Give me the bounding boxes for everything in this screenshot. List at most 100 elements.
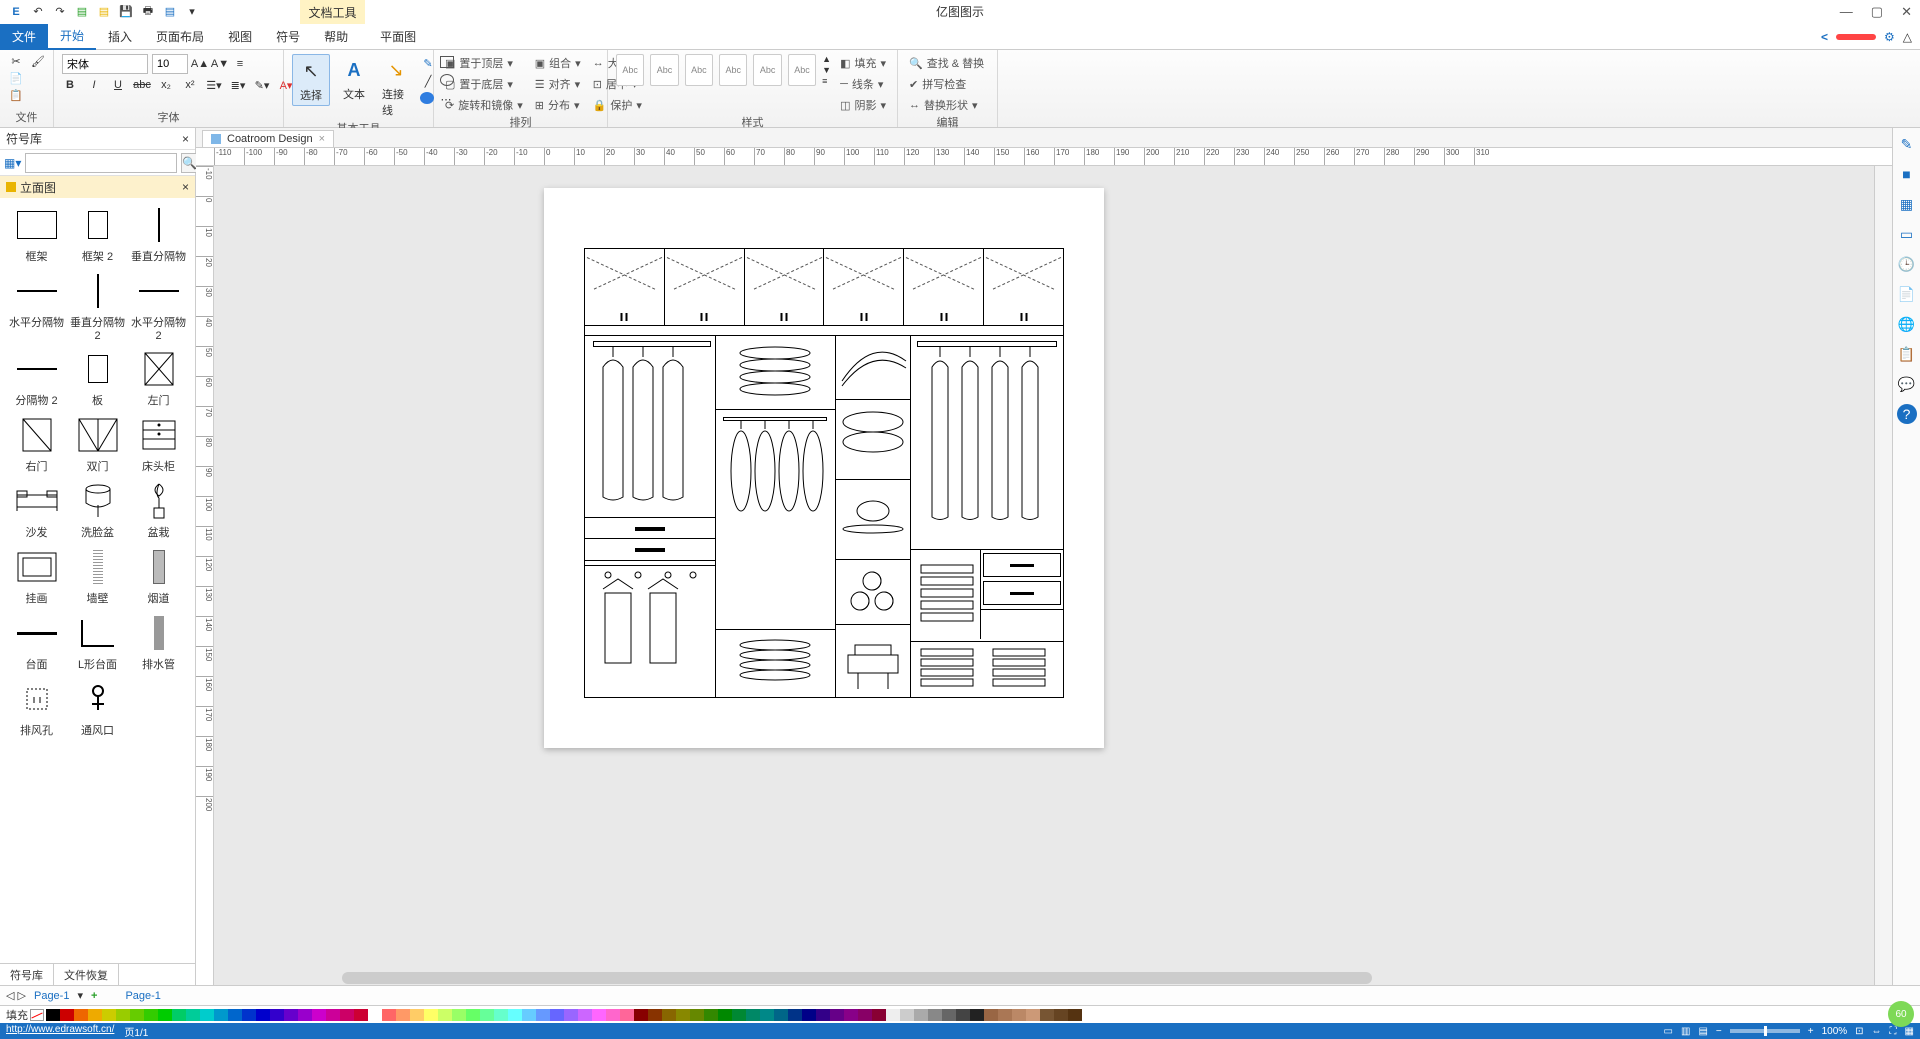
doc-tab-coatroom[interactable]: Coatroom Design × <box>202 130 334 147</box>
shape-item[interactable]: 水平分隔物2 <box>130 272 187 342</box>
color-swatch[interactable] <box>312 1009 326 1021</box>
select-tool[interactable]: ↖选择 <box>292 54 330 106</box>
color-swatch[interactable] <box>690 1009 704 1021</box>
color-swatch[interactable] <box>830 1009 844 1021</box>
rail-item-2[interactable]: ▦ <box>1897 194 1917 214</box>
bullets-icon[interactable]: ☰▾ <box>206 78 222 92</box>
find-replace-button[interactable]: 🔍查找 & 替换 <box>906 54 987 72</box>
style-5[interactable]: Abc <box>753 54 781 86</box>
color-swatch[interactable] <box>760 1009 774 1021</box>
color-swatch[interactable] <box>1054 1009 1068 1021</box>
shape-item[interactable]: 床头柜 <box>130 416 187 474</box>
connector-tool[interactable]: ↘连接线 <box>378 54 414 120</box>
font-size-select[interactable] <box>152 54 188 74</box>
search-input[interactable] <box>25 153 177 173</box>
footer-tab-recovery[interactable]: 文件恢复 <box>54 964 119 985</box>
send-back-button[interactable]: ▢置于底层▾ <box>442 75 526 93</box>
wardrobe-drawing[interactable] <box>584 248 1064 698</box>
color-swatch[interactable] <box>774 1009 788 1021</box>
fill-button[interactable]: ◧填充▾ <box>837 54 889 72</box>
scrollbar-horizontal[interactable] <box>232 971 1856 985</box>
rail-item-5[interactable]: 📄 <box>1897 284 1917 304</box>
color-swatch[interactable] <box>326 1009 340 1021</box>
format-painter-icon[interactable]: 🖌 <box>30 54 46 68</box>
color-swatch[interactable] <box>914 1009 928 1021</box>
color-swatch[interactable] <box>900 1009 914 1021</box>
footer-tab-library[interactable]: 符号库 <box>0 964 54 985</box>
color-swatch[interactable] <box>480 1009 494 1021</box>
shape-item[interactable]: 垂直分隔物 <box>130 206 187 264</box>
color-swatch[interactable] <box>704 1009 718 1021</box>
color-swatch[interactable] <box>298 1009 312 1021</box>
menu-help[interactable]: 帮助 <box>312 24 360 50</box>
shape-item[interactable]: 台面 <box>8 614 65 672</box>
color-swatch[interactable] <box>578 1009 592 1021</box>
color-swatch[interactable] <box>984 1009 998 1021</box>
view-mode-1-icon[interactable]: ▭ <box>1664 1026 1673 1037</box>
color-swatch[interactable] <box>788 1009 802 1021</box>
bring-front-button[interactable]: ▣置于顶层▾ <box>442 54 526 72</box>
line-button[interactable]: ─线条▾ <box>837 75 889 93</box>
color-swatch[interactable] <box>592 1009 606 1021</box>
zoom-out-button[interactable]: − <box>1716 1026 1722 1037</box>
color-swatch[interactable] <box>256 1009 270 1021</box>
color-swatch[interactable] <box>116 1009 130 1021</box>
color-swatch[interactable] <box>970 1009 984 1021</box>
replace-shape-button[interactable]: ↔替换形状▾ <box>906 96 987 114</box>
add-page-button[interactable]: + <box>91 990 97 1002</box>
color-swatch[interactable] <box>942 1009 956 1021</box>
zoom-level[interactable]: 100% <box>1822 1026 1848 1037</box>
color-swatch[interactable] <box>88 1009 102 1021</box>
redo-icon[interactable]: ↷ <box>52 4 68 20</box>
color-swatch[interactable] <box>998 1009 1012 1021</box>
qat-logo[interactable]: E <box>8 4 24 20</box>
shape-item[interactable]: 框架 <box>8 206 65 264</box>
color-swatch[interactable] <box>354 1009 368 1021</box>
style-4[interactable]: Abc <box>719 54 747 86</box>
rail-item-8[interactable]: 💬 <box>1897 374 1917 394</box>
style-down-icon[interactable]: ▼ <box>822 65 831 75</box>
color-swatch[interactable] <box>46 1009 60 1021</box>
close-button[interactable]: ✕ <box>1901 4 1912 20</box>
color-swatch[interactable] <box>802 1009 816 1021</box>
status-url[interactable]: http://www.edrawsoft.cn/ <box>6 1024 114 1039</box>
font-shrink-icon[interactable]: A▼ <box>212 57 228 71</box>
color-swatch[interactable] <box>872 1009 886 1021</box>
rail-item-4[interactable]: 🕒 <box>1897 254 1917 274</box>
style-more-icon[interactable]: ≡ <box>822 76 831 86</box>
cut-icon[interactable]: ✂ <box>8 54 24 68</box>
qat-more-icon[interactable]: ▾ <box>184 4 200 20</box>
style-up-icon[interactable]: ▲ <box>822 54 831 64</box>
color-swatch[interactable] <box>186 1009 200 1021</box>
red-marker-icon[interactable] <box>1836 34 1876 40</box>
style-1[interactable]: Abc <box>616 54 644 86</box>
color-swatch[interactable] <box>522 1009 536 1021</box>
menu-start[interactable]: 开始 <box>48 24 96 50</box>
color-swatch[interactable] <box>130 1009 144 1021</box>
color-swatch[interactable] <box>60 1009 74 1021</box>
export-icon[interactable]: ▤ <box>162 4 178 20</box>
maximize-button[interactable]: ▢ <box>1871 4 1883 20</box>
menu-plan[interactable]: 平面图 <box>368 24 428 50</box>
color-swatch[interactable] <box>494 1009 508 1021</box>
align-text-icon[interactable]: ≡ <box>232 57 248 71</box>
shape-item[interactable]: L形台面 <box>69 614 126 672</box>
color-swatch[interactable] <box>634 1009 648 1021</box>
spelling-button[interactable]: ✔拼写检查 <box>906 75 987 93</box>
shape-item[interactable]: 分隔物 2 <box>8 350 65 408</box>
color-swatch[interactable] <box>844 1009 858 1021</box>
menu-insert[interactable]: 插入 <box>96 24 144 50</box>
color-swatch[interactable] <box>648 1009 662 1021</box>
shape-item[interactable]: 挂画 <box>8 548 65 606</box>
fit-width-icon[interactable]: ⇔ <box>1872 1026 1882 1037</box>
rail-item-6[interactable]: 🌐 <box>1897 314 1917 334</box>
print-icon[interactable]: 🖶 <box>140 4 156 20</box>
menu-symbol[interactable]: 符号 <box>264 24 312 50</box>
color-swatch[interactable] <box>228 1009 242 1021</box>
lib-menu-icon[interactable]: ▦▾ <box>4 156 21 170</box>
text-tool[interactable]: A文本 <box>336 54 372 104</box>
font-grow-icon[interactable]: A▲ <box>192 57 208 71</box>
color-swatch[interactable] <box>816 1009 830 1021</box>
fullscreen-icon[interactable]: ⛶ <box>1890 1026 1897 1037</box>
doc-tab-close-icon[interactable]: × <box>319 133 325 145</box>
